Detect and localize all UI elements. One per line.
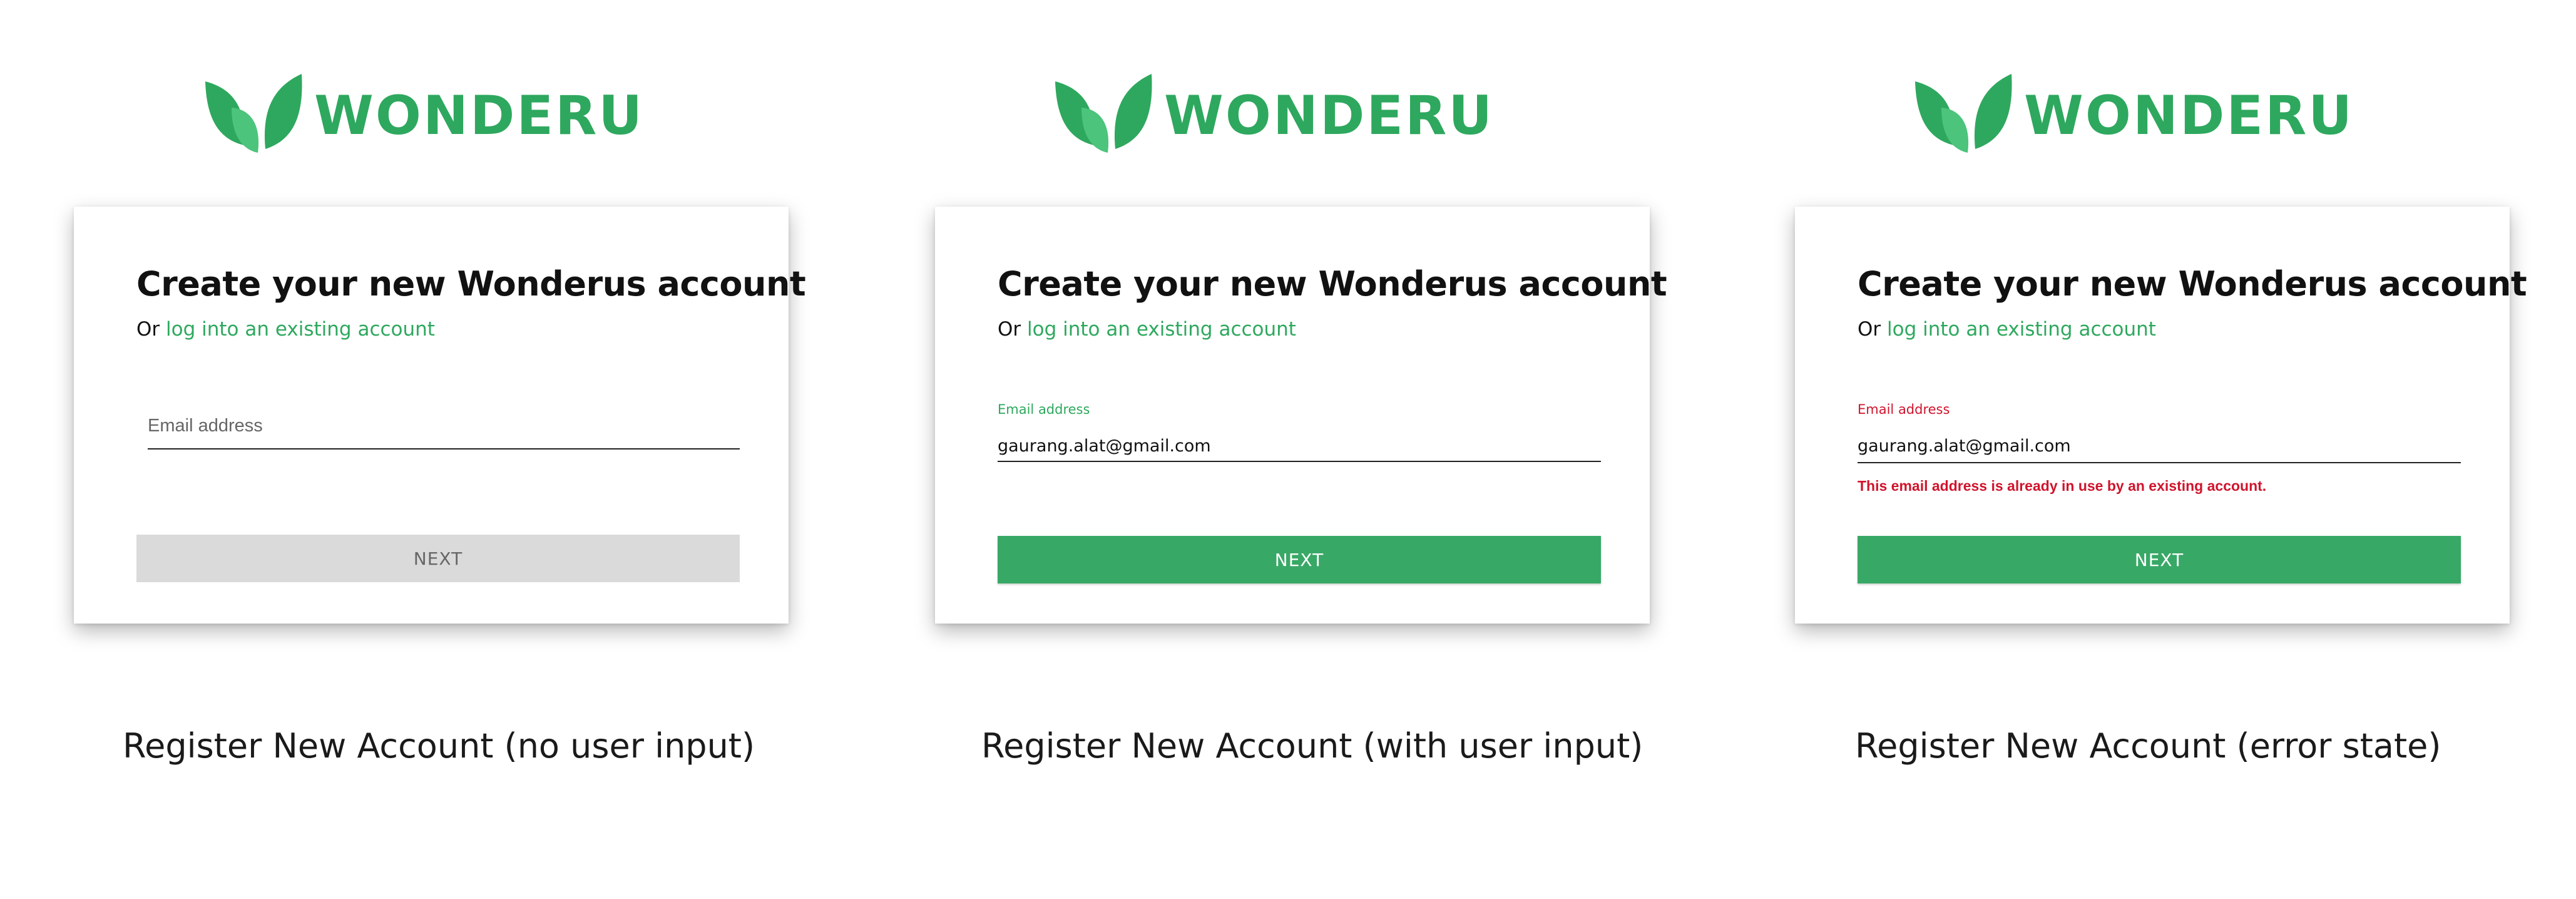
leaf-logo-icon: WONDERUS [1915,74,2352,153]
panel-error-state: WONDERUS Create your new Wonderus accoun… [1717,0,2576,899]
subtitle-prefix: Or [1858,318,1881,341]
leaf-logo-icon: WONDERUS [205,74,642,153]
wonderus-logo: WONDERUS [1054,73,1492,154]
login-link[interactable]: log into an existing account [166,318,435,341]
card-title: Create your new Wonderus account [998,264,1667,304]
card-subtitle: Or log into an existing account [136,318,435,341]
login-link[interactable]: log into an existing account [1027,318,1296,341]
email-underline [148,448,740,450]
leaf-logo-icon: WONDERUS [1055,74,1492,153]
email-field[interactable]: gaurang.alat@gmail.com [998,436,1211,456]
panel-caption: Register New Account (error state) [1855,726,2441,766]
email-underline [998,461,1601,462]
brand-name: WONDERUS [2024,85,2352,147]
card-subtitle: Or log into an existing account [1858,318,2156,341]
subtitle-prefix: Or [998,318,1021,341]
register-card: Create your new Wonderus account Or log … [1795,207,2527,624]
email-field[interactable]: Email address [148,416,263,436]
email-label: Email address [1858,402,1950,417]
next-button[interactable]: NEXT [1858,536,2461,583]
wonderus-logo: WONDERUS [204,73,642,154]
next-button[interactable]: NEXT [998,536,1601,583]
register-card: Create your new Wonderus account Or log … [935,207,1667,624]
panel-caption: Register New Account (with user input) [981,726,1643,766]
register-card: Create your new Wonderus account Or log … [74,207,806,624]
brand-name: WONDERUS [1164,85,1492,147]
email-label: Email address [998,402,1090,417]
brand-name: WONDERUS [314,85,642,147]
login-link[interactable]: log into an existing account [1887,318,2156,341]
card-subtitle: Or log into an existing account [998,318,1296,341]
next-button[interactable]: NEXT [136,535,740,582]
card-title: Create your new Wonderus account [136,264,806,304]
panel-with-input: WONDERUS Create your new Wonderus accoun… [859,0,1717,899]
panel-caption: Register New Account (no user input) [123,726,755,766]
panel-no-input: WONDERUS Create your new Wonderus accoun… [0,0,859,899]
wonderus-logo: WONDERUS [1914,73,2352,154]
email-field[interactable]: gaurang.alat@gmail.com [1858,436,2071,456]
subtitle-prefix: Or [136,318,160,341]
card-title: Create your new Wonderus account [1858,264,2527,304]
email-error-message: This email address is already in use by … [1858,478,2267,494]
email-underline [1858,462,2461,463]
